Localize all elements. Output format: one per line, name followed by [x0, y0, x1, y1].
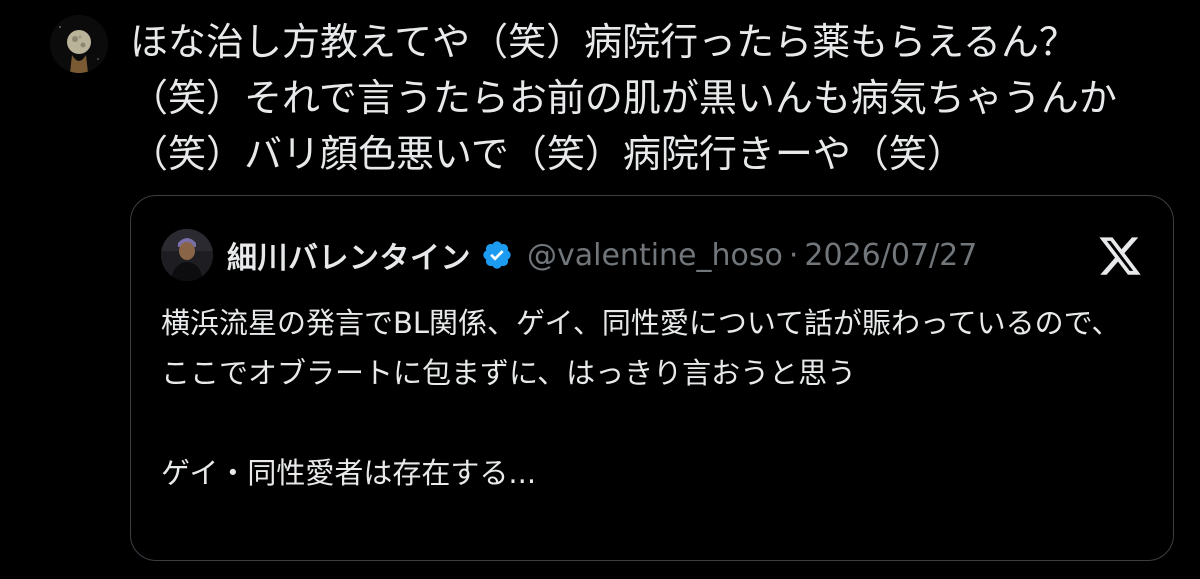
- quoted-author-avatar[interactable]: [161, 229, 213, 281]
- quoted-post-date[interactable]: 2026/07/27: [804, 238, 977, 273]
- header-separator: ·: [788, 237, 799, 273]
- author-avatar[interactable]: [50, 15, 108, 73]
- quoted-author-handle[interactable]: @valentine_hoso: [527, 238, 783, 273]
- verified-badge-icon: [481, 239, 513, 271]
- quoted-post-card[interactable]: 細川バレンタイン @valentine_hoso · 2026/07/27 横浜…: [130, 195, 1174, 561]
- user-avatar-icon: [161, 229, 213, 281]
- moon-avatar-icon: [50, 15, 108, 73]
- quoted-author-name[interactable]: 細川バレンタイン: [227, 233, 471, 277]
- post-text: ほな治し方教えてや（笑）病院行ったら薬もらえるん？（笑）それで言うたらお前の肌が…: [130, 20, 1117, 176]
- quoted-post-header: 細川バレンタイン @valentine_hoso · 2026/07/27: [161, 229, 1143, 281]
- quoted-post-text: 横浜流星の発言でBL関係、ゲイ、同性愛について話が賑わっているので、ここでオブラ…: [161, 306, 1121, 490]
- x-logo-icon: [1097, 233, 1143, 279]
